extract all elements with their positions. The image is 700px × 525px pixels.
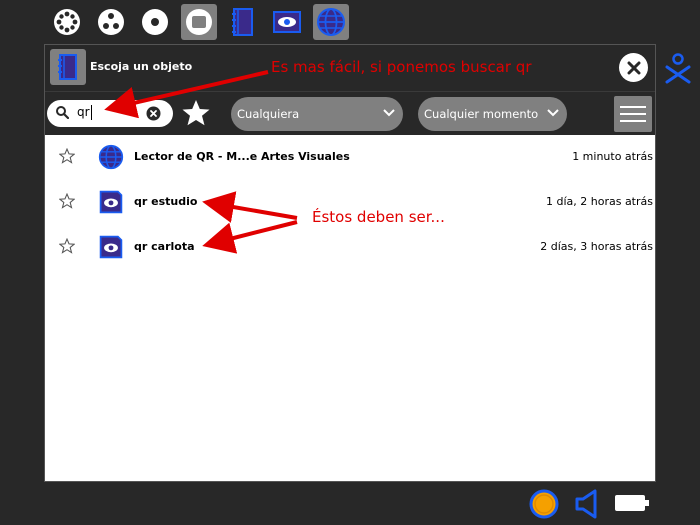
list-view-button[interactable] bbox=[614, 96, 652, 132]
search-toolbar: qr Cualquiera Cualquier momento bbox=[45, 91, 655, 135]
list-item[interactable]: Lector de QR - M...e Artes Visuales 1 mi… bbox=[45, 135, 655, 180]
object-chooser-dialog: Escoja un objeto qr Cualquiera Cualquier… bbox=[44, 44, 656, 482]
results-list: Lector de QR - M...e Artes Visuales 1 mi… bbox=[45, 135, 655, 270]
star-icon[interactable] bbox=[59, 238, 75, 254]
chevron-down-icon bbox=[383, 109, 395, 117]
clear-search-icon[interactable] bbox=[146, 106, 161, 121]
entry-title: qr carlota bbox=[134, 240, 195, 253]
search-icon bbox=[56, 106, 69, 119]
journal-icon bbox=[50, 49, 86, 85]
home-view-icon[interactable] bbox=[137, 4, 173, 40]
entry-time: 2 días, 3 horas atrás bbox=[540, 240, 653, 253]
chevron-down-icon bbox=[547, 109, 559, 117]
image-viewer-icon bbox=[99, 235, 123, 259]
entry-title: Lector de QR - M...e Artes Visuales bbox=[134, 150, 350, 163]
browse-icon[interactable] bbox=[313, 4, 349, 40]
neighborhood-view-icon[interactable] bbox=[49, 4, 85, 40]
entry-time: 1 día, 2 horas atrás bbox=[545, 195, 653, 208]
search-input[interactable]: qr bbox=[47, 100, 173, 127]
list-item[interactable]: qr carlota 2 días, 3 horas atrás bbox=[45, 225, 655, 270]
search-value: qr bbox=[77, 105, 92, 120]
entry-title: qr estudio bbox=[134, 195, 198, 208]
annotation-search-hint: Es mas fácil, si ponemos buscar qr bbox=[271, 58, 532, 76]
image-viewer-icon bbox=[99, 190, 123, 214]
journal-icon[interactable] bbox=[225, 4, 261, 40]
browse-icon bbox=[98, 144, 124, 170]
annotation-results-hint: Éstos deben ser... bbox=[312, 208, 445, 226]
image-viewer-icon[interactable] bbox=[269, 4, 305, 40]
type-filter-label: Cualquiera bbox=[237, 107, 300, 121]
dialog-title: Escoja un objeto bbox=[90, 60, 193, 73]
group-view-icon[interactable] bbox=[93, 4, 129, 40]
xo-buddy-icon[interactable] bbox=[664, 52, 692, 88]
favorites-filter-icon[interactable] bbox=[181, 98, 211, 128]
date-filter-select[interactable]: Cualquier momento bbox=[418, 97, 567, 131]
network-icon[interactable] bbox=[527, 488, 561, 524]
date-filter-label: Cualquier momento bbox=[424, 107, 539, 121]
entry-time: 1 minuto atrás bbox=[572, 150, 653, 163]
close-button[interactable] bbox=[619, 53, 648, 82]
type-filter-select[interactable]: Cualquiera bbox=[231, 97, 403, 131]
frame-toolbar bbox=[0, 0, 700, 45]
star-icon[interactable] bbox=[59, 148, 75, 164]
close-icon bbox=[627, 61, 640, 74]
speaker-icon[interactable] bbox=[573, 488, 601, 524]
battery-icon[interactable] bbox=[614, 492, 650, 518]
activity-view-icon[interactable] bbox=[181, 4, 217, 40]
star-icon[interactable] bbox=[59, 193, 75, 209]
